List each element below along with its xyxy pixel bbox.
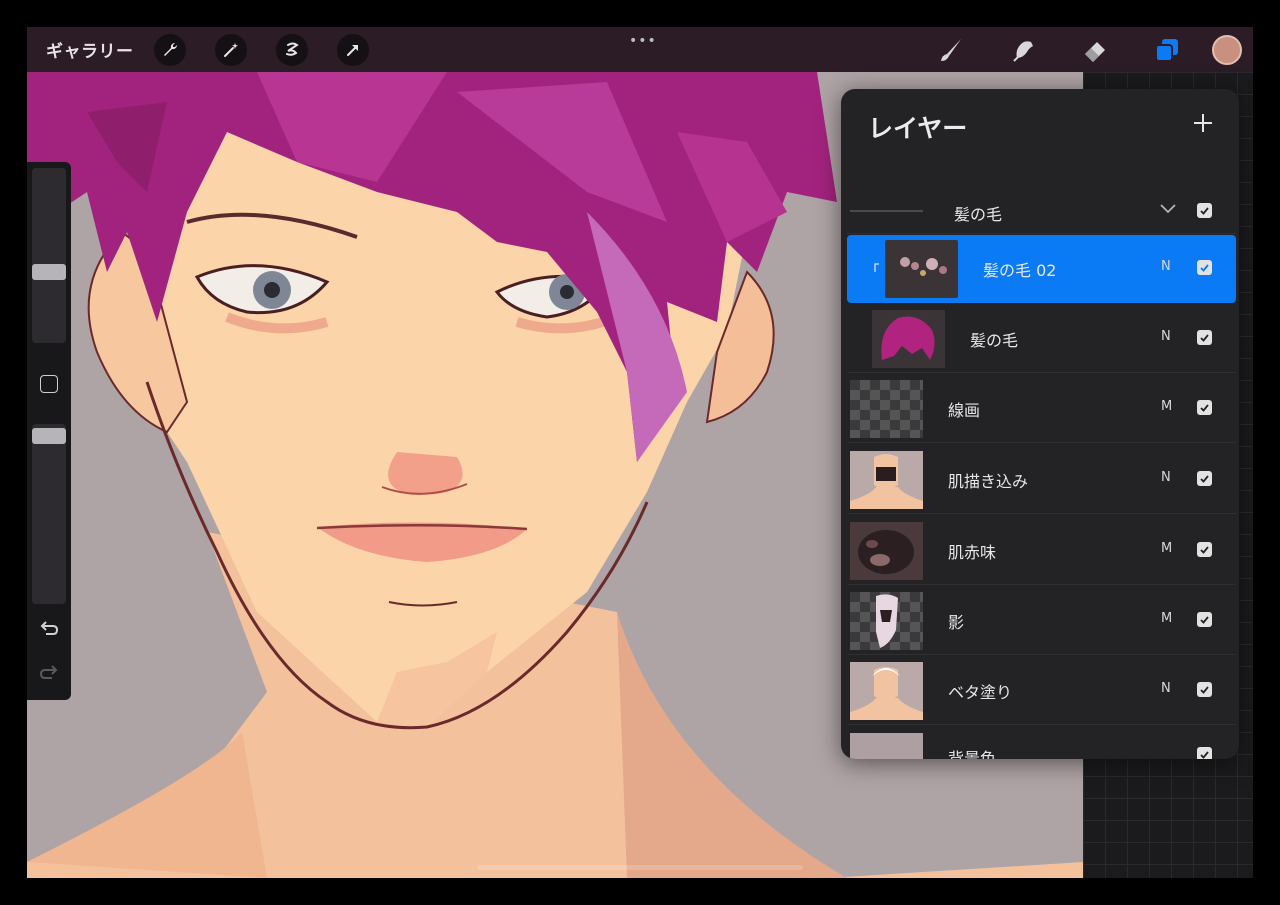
top-toolbar: ギャラリー ••• — [27, 27, 1253, 72]
eraser-button[interactable] — [1080, 35, 1110, 65]
blend-mode-button[interactable]: M — [1161, 541, 1172, 556]
smudge-button[interactable] — [1008, 35, 1038, 65]
magic-wand-icon — [223, 42, 238, 57]
blend-mode-button[interactable]: N — [1161, 470, 1171, 485]
smudge-icon — [1013, 40, 1033, 62]
layer-thumbnail — [885, 240, 958, 298]
brush-button[interactable] — [936, 35, 966, 65]
layer-visibility-checkbox[interactable] — [1197, 471, 1212, 486]
layer-row[interactable]: 背景色 — [847, 727, 1236, 759]
redo-icon[interactable] — [38, 662, 60, 684]
layers-button[interactable] — [1152, 35, 1182, 65]
brush-size-slider[interactable] — [32, 168, 66, 343]
layer-row[interactable]: 線画 M — [847, 375, 1236, 443]
layer-row[interactable]: 影 M — [847, 587, 1236, 655]
blend-mode-button[interactable]: N — [1161, 259, 1171, 274]
layer-visibility-checkbox[interactable] — [1197, 400, 1212, 415]
layer-thumbnail — [850, 592, 923, 650]
layer-thumbnail — [850, 522, 923, 580]
layer-visibility-checkbox[interactable] — [1197, 612, 1212, 627]
adjustments-button[interactable] — [214, 33, 247, 66]
selection-icon — [285, 42, 299, 56]
wrench-icon — [163, 42, 177, 56]
layer-visibility-checkbox[interactable] — [1197, 747, 1212, 759]
gallery-button[interactable]: ギャラリー — [46, 37, 134, 62]
checkmark-icon — [1200, 475, 1209, 483]
actions-button[interactable] — [153, 33, 186, 66]
checkmark-icon — [1200, 264, 1209, 272]
layer-visibility-checkbox[interactable] — [1197, 682, 1212, 697]
color-picker-button[interactable] — [1212, 34, 1242, 65]
blend-mode-button[interactable]: M — [1161, 611, 1172, 626]
modify-button[interactable] — [40, 375, 58, 393]
layer-name: 髪の毛 02 — [983, 261, 1057, 280]
clipping-mask-icon — [874, 263, 879, 272]
layer-name: 背景色 — [948, 749, 997, 759]
checkmark-icon — [1200, 751, 1209, 759]
layer-thumbnail — [850, 451, 923, 509]
layer-name: 影 — [948, 613, 965, 632]
layer-row[interactable]: 肌描き込み N — [847, 446, 1236, 514]
brush-icon — [941, 38, 961, 61]
blend-mode-button[interactable]: M — [1161, 399, 1172, 414]
right-tool-group — [936, 27, 1253, 72]
transform-button[interactable] — [336, 33, 369, 66]
layer-name: ベタ塗り — [948, 683, 1013, 702]
checkmark-icon — [1200, 334, 1209, 342]
layer-name: 髪の毛 — [970, 331, 1019, 350]
layer-row[interactable]: 肌赤味 M — [847, 517, 1236, 585]
layer-thumbnail — [850, 733, 923, 759]
layer-thumbnail — [872, 310, 945, 368]
layer-name: 肌描き込み — [948, 472, 1029, 491]
opacity-slider[interactable] — [32, 424, 66, 604]
layers-icon — [1155, 38, 1178, 62]
opacity-thumb[interactable] — [32, 428, 66, 444]
layer-name: 線画 — [948, 401, 981, 420]
brush-size-thumb[interactable] — [32, 264, 66, 280]
layer-visibility-checkbox[interactable] — [1197, 542, 1212, 557]
add-layer-icon[interactable] — [1191, 111, 1215, 135]
layers-panel-title: レイヤー — [868, 114, 968, 143]
layer-thumbnail — [850, 380, 923, 438]
layer-row[interactable]: ベタ塗り N — [847, 657, 1236, 725]
checkmark-icon — [1200, 686, 1209, 694]
layer-group-name: 髪の毛 — [954, 205, 1003, 224]
layer-visibility-checkbox[interactable] — [1197, 203, 1212, 218]
chevron-down-icon[interactable] — [1159, 203, 1177, 215]
blend-mode-button[interactable]: N — [1161, 681, 1171, 696]
more-options-button[interactable]: ••• — [629, 33, 657, 49]
undo-icon[interactable] — [38, 618, 60, 640]
eraser-icon — [1085, 41, 1105, 62]
layer-row[interactable]: 髪の毛 02 N — [847, 235, 1236, 303]
layer-group-row[interactable]: 髪の毛 — [847, 188, 1236, 234]
checkmark-icon — [1200, 546, 1209, 554]
checkmark-icon — [1200, 404, 1209, 412]
left-sidebar — [27, 162, 71, 700]
checkmark-icon — [1200, 616, 1209, 624]
group-divider — [850, 210, 923, 212]
layer-visibility-checkbox[interactable] — [1197, 330, 1212, 345]
layer-visibility-checkbox[interactable] — [1197, 260, 1212, 275]
transform-arrow-icon — [346, 44, 358, 56]
blend-mode-button[interactable]: N — [1161, 329, 1171, 344]
selection-button[interactable] — [275, 33, 308, 66]
layers-panel: レイヤー 髪の毛 髪の毛 02 N 髪の毛 N 線画 M 肌描き込み N 肌赤味… — [841, 89, 1239, 759]
home-indicator[interactable] — [477, 865, 803, 870]
checkmark-icon — [1200, 207, 1209, 215]
layer-name: 肌赤味 — [948, 543, 997, 562]
layer-row[interactable]: 髪の毛 N — [847, 305, 1236, 373]
procreate-screen: ギャラリー ••• レイヤー 髪の毛 髪の毛 02 N 髪の毛 N 線画 M 肌… — [27, 27, 1253, 878]
layer-thumbnail — [850, 662, 923, 720]
